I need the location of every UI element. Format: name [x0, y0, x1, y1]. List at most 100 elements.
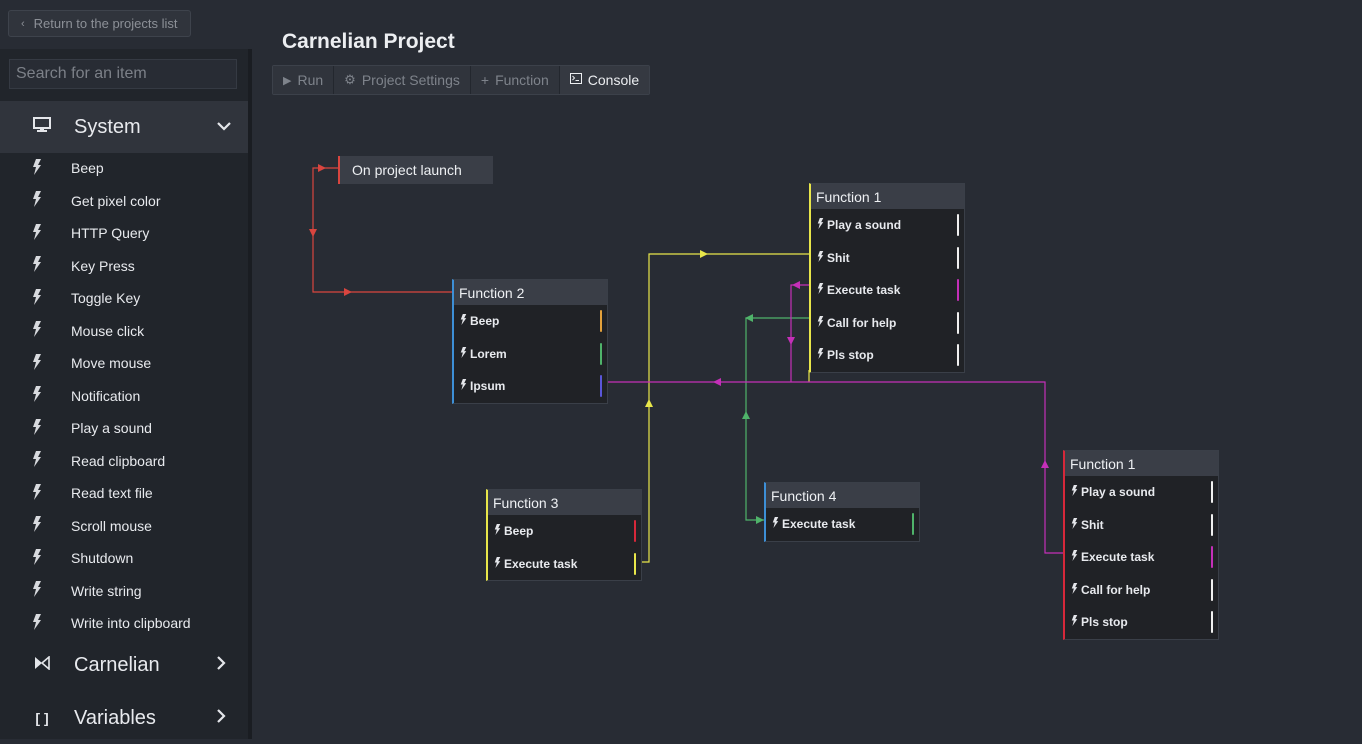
node-action-row[interactable]: Execute task [811, 274, 964, 307]
sidebar-item[interactable]: Scroll mouse [0, 510, 248, 543]
bolt-icon [32, 418, 42, 438]
bolt-icon [32, 613, 42, 633]
output-port[interactable] [1211, 611, 1213, 633]
sidebar-item[interactable]: Write into clipboard [0, 607, 248, 640]
node-action-row[interactable]: Pls stop [811, 339, 964, 372]
node-action-row[interactable]: Shit [811, 242, 964, 275]
sidebar-item[interactable]: Notification [0, 380, 248, 413]
sidebar-item-label: Move mouse [71, 355, 152, 372]
output-port[interactable] [957, 344, 959, 366]
function-node[interactable]: Function 1 Play a sound Shit Execute task Ca… [1063, 450, 1219, 640]
function-node[interactable]: Function 2 Beep Lorem Ipsum [452, 279, 608, 404]
bolt-icon [32, 483, 42, 503]
console-button[interactable]: Console [559, 66, 650, 94]
output-port[interactable] [600, 310, 602, 332]
node-action-row[interactable]: Pls stop [1065, 606, 1218, 639]
node-action-row[interactable]: Lorem [454, 338, 607, 371]
play-icon: ▶ [283, 74, 292, 87]
output-port[interactable] [957, 214, 959, 236]
bolt-icon [32, 548, 42, 568]
sidebar-item-label: Read clipboard [71, 452, 166, 469]
category-system[interactable]: System [0, 101, 248, 153]
sidebar-item-label: Scroll mouse [71, 517, 152, 534]
bolt-icon [817, 348, 824, 362]
plus-icon: + [480, 72, 490, 88]
graph-canvas[interactable] [252, 100, 1362, 739]
output-port[interactable] [634, 520, 636, 542]
system-item-list: Beep Get pixel color HTTP Query Key Press To… [0, 152, 248, 640]
sidebar-item[interactable]: Shutdown [0, 542, 248, 575]
sidebar-item[interactable]: HTTP Query [0, 217, 248, 250]
node-action-row[interactable]: Execute task [488, 548, 641, 581]
node-action-label: Play a sound [827, 218, 902, 233]
sidebar-item[interactable]: Play a sound [0, 412, 248, 445]
project-settings-button[interactable]: ⚙ Project Settings [334, 66, 471, 94]
bolt-icon [460, 314, 467, 328]
output-port[interactable] [1211, 481, 1213, 503]
bolt-icon [1071, 485, 1078, 499]
node-action-row[interactable]: Shit [1065, 509, 1218, 542]
output-port[interactable] [600, 375, 602, 397]
node-action-row[interactable]: Ipsum [454, 370, 607, 403]
chevron-right-icon [216, 655, 226, 676]
bolt-icon [494, 556, 501, 571]
bolt-icon [772, 517, 779, 531]
sidebar-item[interactable]: Read clipboard [0, 445, 248, 478]
function-node[interactable]: Function 3 Beep Execute task [486, 489, 642, 581]
sidebar-item-label: Toggle Key [71, 290, 141, 307]
category-variables[interactable]: [ ] Variables [0, 692, 248, 744]
output-port[interactable] [1211, 513, 1213, 536]
on-project-launch-node[interactable]: On project launch [338, 156, 493, 184]
category-variables-label: Variables [74, 706, 156, 729]
return-button-label: Return to the projects list [33, 16, 178, 31]
function-node[interactable]: Function 4 Execute task [764, 482, 920, 542]
output-port[interactable] [957, 311, 959, 334]
node-action-row[interactable]: Play a sound [811, 209, 964, 242]
chevron-left-icon: ‹ [21, 17, 25, 30]
node-action-label: Pls stop [1081, 615, 1128, 630]
node-action-label: Beep [504, 524, 534, 539]
sidebar-item[interactable]: Get pixel color [0, 185, 248, 218]
sidebar-item[interactable]: Toggle Key [0, 282, 248, 315]
output-port[interactable] [1211, 546, 1213, 568]
output-port[interactable] [912, 513, 914, 535]
sidebar-item[interactable]: Move mouse [0, 347, 248, 380]
sidebar-item-label: Play a sound [71, 420, 152, 437]
node-action-row[interactable]: Execute task [766, 508, 919, 541]
sidebar-item[interactable]: Mouse click [0, 315, 248, 348]
return-to-projects-button[interactable]: ‹ Return to the projects list [8, 10, 191, 37]
search-input[interactable] [9, 59, 237, 89]
sidebar-item-label: Shutdown [71, 550, 134, 567]
sidebar-item[interactable]: Write string [0, 575, 248, 608]
node-action-label: Call for help [827, 315, 897, 330]
node-action-row[interactable]: Beep [454, 305, 607, 338]
sidebar-item[interactable]: Beep [0, 152, 248, 185]
sidebar-item-label: Get pixel color [71, 192, 161, 209]
sidebar-item[interactable]: Read text file [0, 477, 248, 510]
bolt-icon [1071, 517, 1078, 532]
output-port[interactable] [634, 552, 636, 575]
node-action-row[interactable]: Call for help [1065, 574, 1218, 607]
bolt-icon [32, 386, 42, 405]
run-button[interactable]: ▶ Run [273, 66, 335, 94]
output-port[interactable] [957, 246, 959, 269]
node-action-row[interactable]: Beep [488, 515, 641, 548]
node-title: Function 1 [1065, 451, 1218, 476]
node-action-row[interactable]: Call for help [811, 307, 964, 340]
sidebar-item-label: HTTP Query [71, 225, 150, 242]
category-carnelian-label: Carnelian [74, 653, 160, 676]
bolt-icon [32, 288, 42, 308]
bolt-icon [817, 218, 824, 232]
bolt-icon [1071, 550, 1078, 564]
category-carnelian[interactable]: Carnelian [0, 639, 248, 691]
output-port[interactable] [1211, 578, 1213, 601]
node-action-row[interactable]: Execute task [1065, 541, 1218, 574]
node-action-row[interactable]: Play a sound [1065, 476, 1218, 509]
chevron-right-icon [216, 708, 226, 729]
output-port[interactable] [600, 342, 602, 365]
sidebar-item[interactable]: Key Press [0, 250, 248, 283]
node-title: Function 3 [488, 490, 641, 515]
add-function-button[interactable]: + Function [470, 66, 560, 94]
function-node[interactable]: Function 1 Play a sound Shit Execute task Ca… [809, 183, 965, 373]
output-port[interactable] [957, 279, 959, 301]
